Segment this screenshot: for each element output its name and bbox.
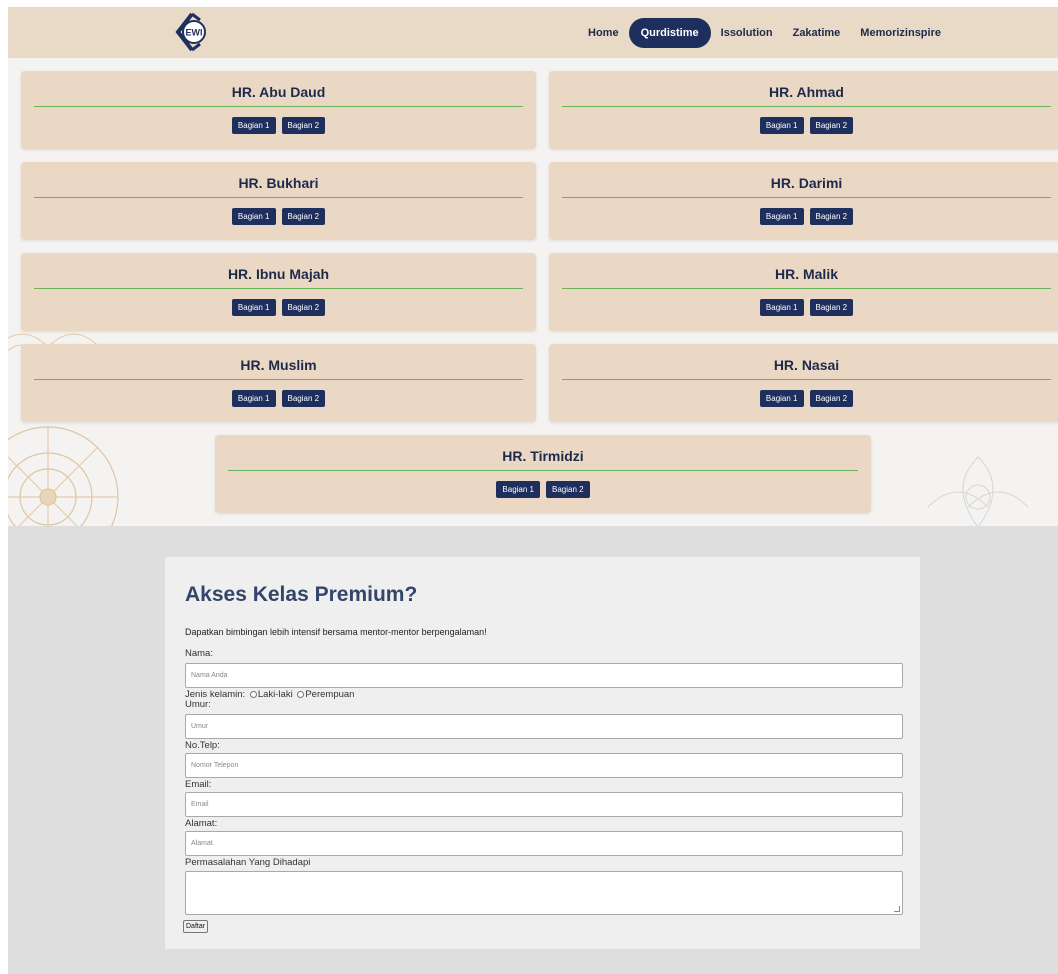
radio-perempuan-label[interactable]: Perempuan <box>305 689 354 700</box>
daftar-button[interactable]: Daftar <box>183 920 209 933</box>
radio-perempuan[interactable] <box>297 691 305 698</box>
hadith-card-tirmidzi: HR. Tirmidzi Bagian 1 Bagian 2 <box>215 435 871 513</box>
navbar: EWI Home Qurdistime Issolution Zakatime … <box>8 7 1058 58</box>
bagian-1-button[interactable]: Bagian 1 <box>231 299 276 316</box>
card-title: HR. Darimi <box>770 175 843 191</box>
card-title: HR. Muslim <box>240 357 317 373</box>
card-title: HR. Abu Daud <box>231 84 326 100</box>
umur-input[interactable]: Umur <box>185 714 903 739</box>
bagian-2-button[interactable]: Bagian 2 <box>546 481 590 498</box>
nav-link-zakatime[interactable]: Zakatime <box>783 18 851 48</box>
card-title: HR. Ibnu Majah <box>227 266 330 282</box>
form-description: Dapatkan bimbingan lebih intensif bersam… <box>185 627 487 637</box>
mandala-ornament-right <box>927 456 1029 526</box>
logo-text: EWI <box>186 28 203 38</box>
premium-form: Akses Kelas Premium? Dapatkan bimbingan … <box>165 557 920 949</box>
nav-link-issolution[interactable]: Issolution <box>711 18 783 48</box>
masalah-label: Permasalahan Yang Dihadapi <box>185 857 311 868</box>
bagian-1-button[interactable]: Bagian 1 <box>759 390 804 407</box>
card-divider <box>562 379 1051 380</box>
email-input[interactable]: Email <box>185 792 903 817</box>
card-divider <box>228 470 858 471</box>
nama-input[interactable]: Nama Anda <box>185 663 903 688</box>
form-title: Akses Kelas Premium? <box>185 583 418 606</box>
bagian-1-button[interactable]: Bagian 1 <box>231 390 276 407</box>
card-divider <box>34 379 523 380</box>
hadith-card-darimi: HR. Darimi Bagian 1 Bagian 2 <box>549 162 1058 240</box>
card-title: HR. Malik <box>774 266 838 282</box>
bagian-1-button[interactable]: Bagian 1 <box>759 299 804 316</box>
radio-laki-laki[interactable] <box>249 691 257 698</box>
hadith-card-ahmad: HR. Ahmad Bagian 1 Bagian 2 <box>549 71 1058 149</box>
hadith-card-ibnu-majah: HR. Ibnu Majah Bagian 1 Bagian 2 <box>21 253 536 331</box>
alamat-input[interactable]: Alamat <box>185 831 903 856</box>
bagian-2-button[interactable]: Bagian 2 <box>809 117 854 134</box>
bagian-2-button[interactable]: Bagian 2 <box>281 299 326 316</box>
hadith-section: EWI Home Qurdistime Issolution Zakatime … <box>8 7 1058 526</box>
bagian-1-button[interactable]: Bagian 1 <box>231 117 276 134</box>
nav-link-memorizinspire[interactable]: Memorizinspire <box>850 18 951 48</box>
umur-label: Umur: <box>185 699 211 710</box>
email-label: Email: <box>185 779 212 790</box>
nav-link-home[interactable]: Home <box>578 18 629 48</box>
bagian-1-button[interactable]: Bagian 1 <box>759 208 804 225</box>
card-divider <box>562 197 1051 198</box>
radio-laki-laki-label[interactable]: Laki-laki <box>258 689 293 700</box>
bagian-1-button[interactable]: Bagian 1 <box>759 117 804 134</box>
card-divider <box>562 288 1051 289</box>
card-divider <box>34 106 523 107</box>
nama-label: Nama: <box>185 648 213 659</box>
telp-input[interactable]: Nomor Telepon <box>185 753 903 778</box>
bagian-1-button[interactable]: Bagian 1 <box>231 208 276 225</box>
hadith-card-abu-daud: HR. Abu Daud Bagian 1 Bagian 2 <box>21 71 536 149</box>
telp-label: No.Telp: <box>185 740 220 751</box>
ewi-logo[interactable]: EWI <box>172 12 212 52</box>
card-title: HR. Tirmidzi <box>502 448 584 464</box>
hadith-card-bukhari: HR. Bukhari Bagian 1 Bagian 2 <box>21 162 536 240</box>
bagian-1-button[interactable]: Bagian 1 <box>496 481 540 498</box>
resize-grip-icon[interactable] <box>894 906 900 912</box>
card-title: HR. Ahmad <box>769 84 844 100</box>
card-divider <box>34 197 523 198</box>
masalah-textarea[interactable] <box>185 871 903 915</box>
card-title: HR. Nasai <box>773 357 840 373</box>
card-divider <box>34 288 523 289</box>
bagian-2-button[interactable]: Bagian 2 <box>281 117 326 134</box>
hadith-card-malik: HR. Malik Bagian 1 Bagian 2 <box>549 253 1058 331</box>
bagian-2-button[interactable]: Bagian 2 <box>281 390 326 407</box>
premium-section: Akses Kelas Premium? Dapatkan bimbingan … <box>8 526 1058 974</box>
bagian-2-button[interactable]: Bagian 2 <box>809 390 854 407</box>
bagian-2-button[interactable]: Bagian 2 <box>809 208 854 225</box>
hadith-card-muslim: HR. Muslim Bagian 1 Bagian 2 <box>21 344 536 422</box>
hadith-card-nasai: HR. Nasai Bagian 1 Bagian 2 <box>549 344 1058 422</box>
nav-links: Home Qurdistime Issolution Zakatime Memo… <box>578 18 951 48</box>
nav-link-qurdistime[interactable]: Qurdistime <box>628 18 711 48</box>
bagian-2-button[interactable]: Bagian 2 <box>281 208 326 225</box>
bagian-2-button[interactable]: Bagian 2 <box>809 299 854 316</box>
alamat-label: Alamat: <box>185 818 218 829</box>
card-divider <box>562 106 1051 107</box>
card-title: HR. Bukhari <box>238 175 319 191</box>
